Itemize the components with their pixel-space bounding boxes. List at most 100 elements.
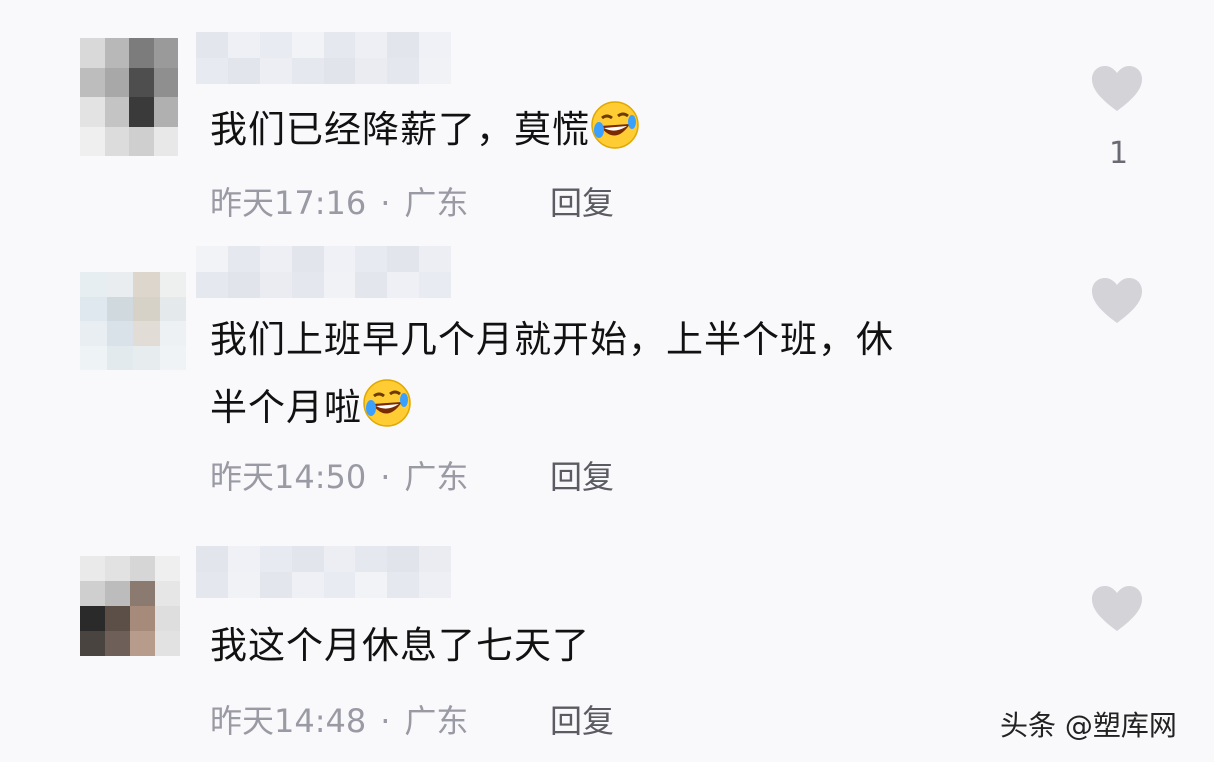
blur-pixel: [196, 246, 228, 272]
reply-button[interactable]: 回复: [550, 452, 614, 498]
like-heart-icon[interactable]: [1090, 64, 1144, 114]
blur-pixel: [355, 32, 388, 58]
avatar-pixel: [80, 581, 105, 606]
like-count: 1: [1109, 136, 1129, 171]
blur-pixel: [355, 546, 388, 572]
avatar-pixel: [159, 321, 186, 346]
avatar-pixel: [80, 556, 105, 581]
comment-time: 昨天17:16: [210, 184, 367, 222]
avatar-pixel: [133, 345, 160, 370]
blur-pixel: [227, 546, 260, 572]
blur-pixel: [196, 546, 228, 572]
blur-pixel: [323, 572, 356, 598]
blur-pixel: [227, 32, 260, 58]
comment-meta: 昨天14:50 · 广东 回复: [210, 452, 614, 498]
blur-pixel: [387, 572, 420, 598]
blur-pixel: [259, 546, 292, 572]
blur-pixel: [355, 272, 388, 298]
avatar-pixel: [155, 581, 180, 606]
blur-pixel: [227, 58, 260, 84]
comment-text-line: 我们上班早几个月就开始，上半个班，休: [210, 318, 894, 361]
avatar-pixel: [133, 296, 160, 321]
comment-text: 我这个月休息了七天了: [210, 624, 590, 667]
blur-pixel: [419, 546, 451, 572]
blur-pixel: [227, 572, 260, 598]
blur-pixel: [419, 246, 451, 272]
blur-pixel: [387, 246, 420, 272]
avatar-pixel: [105, 631, 130, 656]
separator: ·: [380, 702, 391, 740]
avatar-pixel: [153, 38, 178, 68]
blur-pixel: [291, 58, 324, 84]
username-blurred[interactable]: [196, 246, 451, 298]
blur-pixel: [419, 32, 451, 58]
avatar-pixel: [159, 296, 186, 321]
blur-pixel: [323, 246, 356, 272]
watermark: 头条 @塑库网: [1000, 709, 1177, 742]
avatar-pixel: [80, 345, 107, 370]
blur-pixel: [387, 58, 420, 84]
separator: ·: [380, 184, 391, 222]
rolling-on-floor-laughing-icon: [363, 379, 411, 427]
avatar-pixel: [130, 631, 155, 656]
avatar-pixel: [104, 97, 129, 127]
blur-pixel: [259, 246, 292, 272]
blur-pixel: [196, 272, 228, 298]
blur-pixel: [196, 32, 228, 58]
avatar-pixel: [129, 97, 154, 127]
blur-pixel: [355, 572, 388, 598]
avatar-pixel: [153, 67, 178, 97]
rolling-on-floor-laughing-icon: [591, 101, 639, 149]
comment-meta: 昨天17:16 · 广东 回复: [210, 178, 614, 224]
blur-pixel: [323, 546, 356, 572]
username-blurred[interactable]: [196, 32, 451, 84]
blur-pixel: [259, 572, 292, 598]
avatar-pixel: [153, 126, 178, 156]
avatar-pixel: [80, 67, 105, 97]
avatar[interactable]: [80, 38, 178, 156]
reply-button[interactable]: 回复: [550, 178, 614, 224]
avatar[interactable]: [80, 556, 180, 656]
avatar-pixel: [130, 606, 155, 631]
comment-text: 我们已经降薪了，莫慌: [210, 96, 1030, 164]
avatar-pixel: [133, 272, 160, 297]
blur-pixel: [291, 246, 324, 272]
avatar-pixel: [106, 345, 133, 370]
blur-pixel: [323, 58, 356, 84]
comment-location: 广东: [404, 458, 469, 496]
comment-text: 我们上班早几个月就开始，上半个班，休 半个月啦: [210, 306, 1030, 442]
avatar-pixel: [80, 272, 107, 297]
avatar-pixel: [80, 631, 105, 656]
blur-pixel: [419, 272, 451, 298]
blur-pixel: [323, 272, 356, 298]
blur-pixel: [227, 246, 260, 272]
avatar-pixel: [155, 631, 180, 656]
blur-pixel: [387, 546, 420, 572]
avatar-pixel: [80, 97, 105, 127]
comment-location: 广东: [404, 702, 469, 740]
separator: ·: [380, 458, 391, 496]
avatar-pixel: [105, 581, 130, 606]
avatar[interactable]: [80, 272, 186, 370]
username-blurred[interactable]: [196, 546, 451, 598]
avatar-pixel: [130, 581, 155, 606]
avatar-pixel: [105, 606, 130, 631]
reply-button[interactable]: 回复: [550, 696, 614, 742]
blur-pixel: [387, 272, 420, 298]
comment-time: 昨天14:50: [210, 458, 367, 496]
blur-pixel: [419, 58, 451, 84]
blur-pixel: [355, 246, 388, 272]
avatar-pixel: [105, 556, 130, 581]
blur-pixel: [196, 572, 228, 598]
blur-pixel: [196, 58, 228, 84]
blur-pixel: [419, 572, 451, 598]
comment-text-line: 半个月啦: [210, 374, 1030, 442]
avatar-pixel: [104, 126, 129, 156]
comment-location: 广东: [404, 184, 469, 222]
avatar-pixel: [133, 321, 160, 346]
avatar-pixel: [106, 321, 133, 346]
like-heart-icon[interactable]: [1090, 584, 1144, 634]
like-heart-icon[interactable]: [1090, 276, 1144, 326]
avatar-pixel: [80, 321, 107, 346]
avatar-pixel: [159, 272, 186, 297]
